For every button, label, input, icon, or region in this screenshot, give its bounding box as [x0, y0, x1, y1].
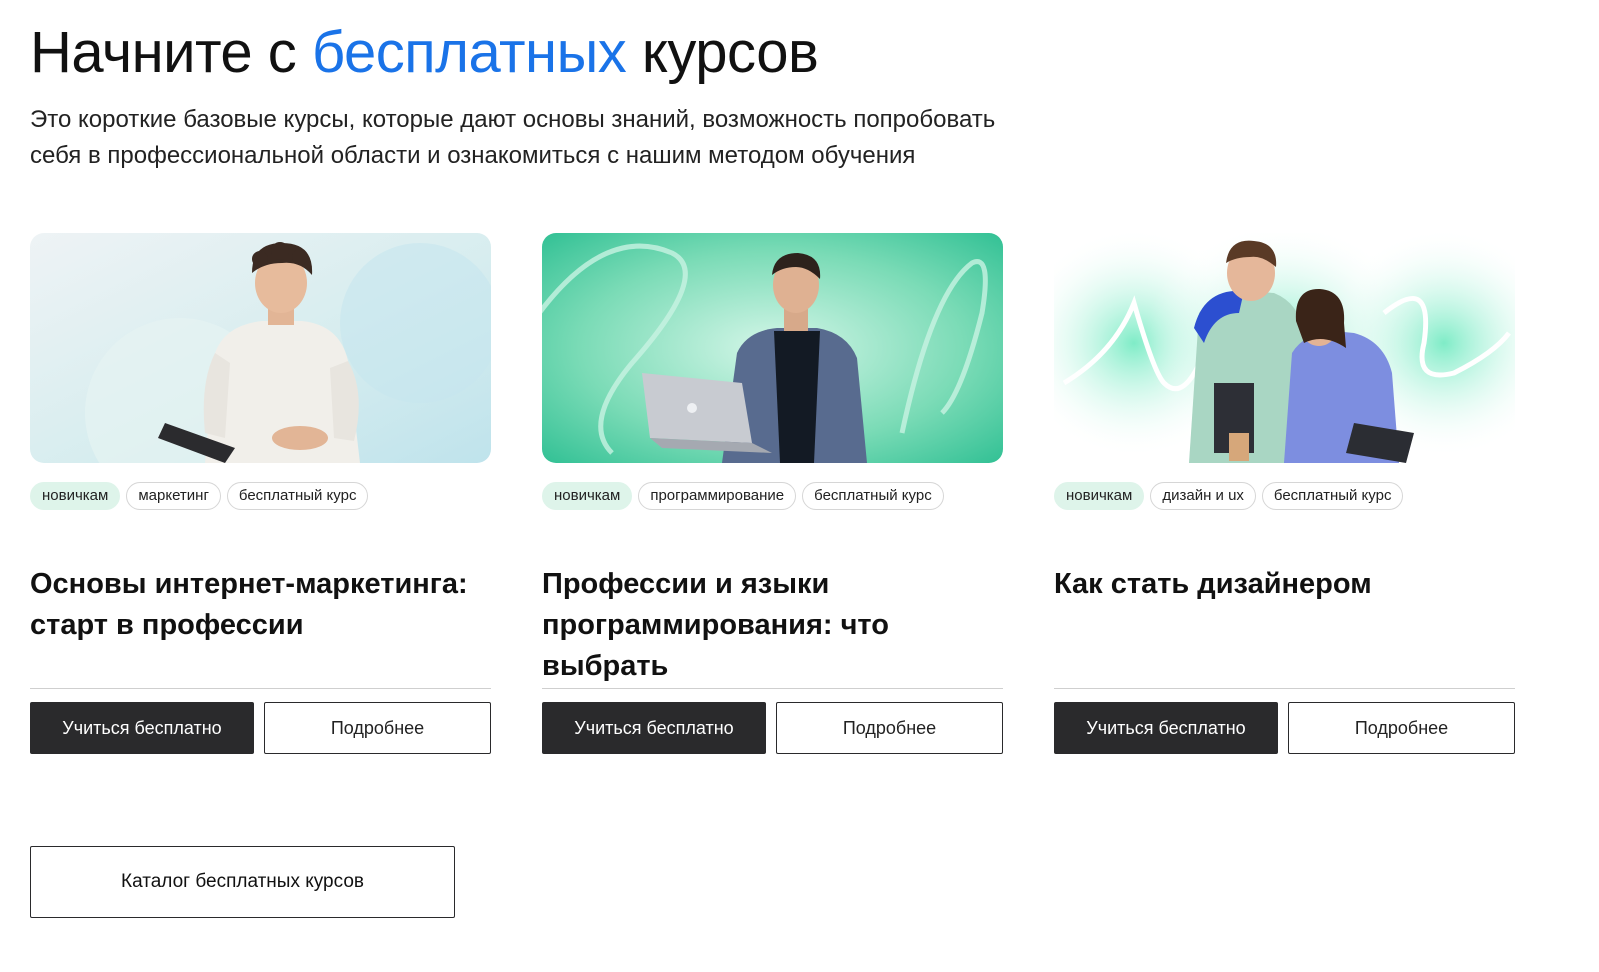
tag-category[interactable]: программирование — [638, 482, 797, 510]
tag-category[interactable]: дизайн и ux — [1150, 482, 1256, 510]
course-card-image[interactable] — [30, 233, 491, 463]
tag-beginners[interactable]: новичкам — [542, 482, 633, 510]
page-title-start: Начните с — [30, 20, 297, 85]
tag-free-course[interactable]: бесплатный курс — [802, 482, 944, 510]
tag-beginners[interactable]: новичкам — [30, 482, 121, 510]
details-button[interactable]: Подробнее — [264, 702, 491, 754]
card-divider — [30, 688, 491, 689]
tag-free-course[interactable]: бесплатный курс — [1261, 482, 1404, 510]
details-button[interactable]: Подробнее — [1288, 702, 1515, 754]
tag-free-course[interactable]: бесплатный курс — [226, 482, 369, 510]
course-card-design: новичкам дизайн и ux бесплатный курс Как… — [1054, 233, 1515, 755]
details-button[interactable]: Подробнее — [776, 702, 1003, 754]
free-courses-catalog-button[interactable]: Каталог бесплатных курсов — [30, 846, 455, 918]
course-title[interactable]: Профессии и языки программирования: что … — [542, 564, 1003, 687]
man-with-laptop-photo — [542, 233, 1003, 463]
course-card-image[interactable] — [542, 233, 1003, 463]
subtitle-line-2: себя в профессиональной области и ознако… — [30, 142, 916, 169]
course-tags: новичкам дизайн и ux бесплатный курс — [1054, 482, 1404, 510]
page-title: Начните с бесплатных курсов — [30, 18, 819, 88]
learn-free-button[interactable]: Учиться бесплатно — [1054, 702, 1278, 754]
page-subtitle: Это короткие базовые курсы, которые дают… — [30, 102, 1190, 174]
two-people-with-tablet-photo — [1054, 233, 1515, 463]
tag-category[interactable]: маркетинг — [126, 482, 221, 510]
course-title[interactable]: Как стать дизайнером — [1054, 564, 1515, 605]
learn-free-button[interactable]: Учиться бесплатно — [542, 702, 766, 754]
course-card-image[interactable] — [1054, 233, 1515, 463]
course-title[interactable]: Основы интернет-маркетинга: старт в проф… — [30, 564, 491, 646]
page-title-accent: бесплатных — [311, 20, 627, 85]
card-divider — [542, 688, 1003, 689]
page-title-end: курсов — [641, 20, 819, 85]
course-card-programming: новичкам программирование бесплатный кур… — [542, 233, 1003, 755]
learn-free-button[interactable]: Учиться бесплатно — [30, 702, 254, 754]
course-tags: новичкам маркетинг бесплатный курс — [30, 482, 369, 510]
tag-beginners[interactable]: новичкам — [1054, 482, 1145, 510]
subtitle-line-1: Это короткие базовые курсы, которые дают… — [30, 106, 996, 133]
person-with-laptop-photo — [30, 233, 491, 463]
course-tags: новичкам программирование бесплатный кур… — [542, 482, 944, 510]
course-card-marketing: новичкам маркетинг бесплатный курс Основ… — [30, 233, 491, 755]
card-divider — [1054, 688, 1515, 689]
